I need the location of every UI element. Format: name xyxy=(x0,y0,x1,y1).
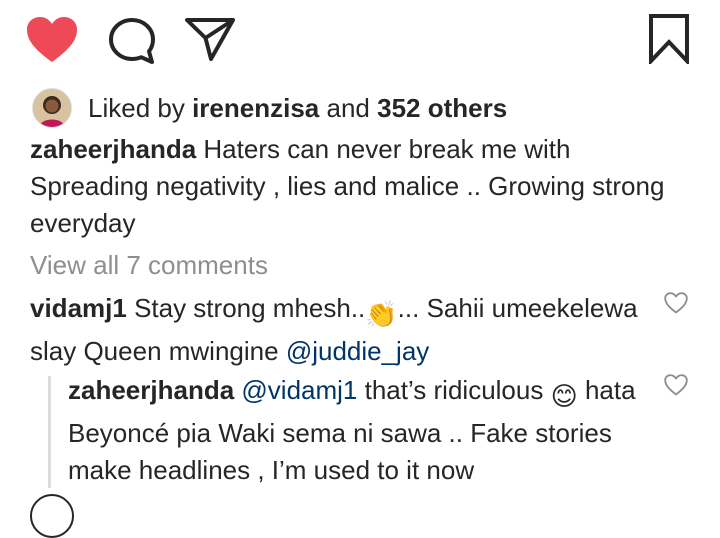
next-comment-avatar[interactable] xyxy=(30,494,74,538)
likes-prefix: Liked by xyxy=(88,92,185,123)
liker-avatar[interactable] xyxy=(32,88,72,128)
comment-text-start: Stay strong mhesh.. xyxy=(134,293,366,323)
post-caption: zaheerjhanda Haters can never break me w… xyxy=(30,131,670,242)
reply-username[interactable]: zaheerjhanda xyxy=(68,375,234,405)
avatar-image xyxy=(33,89,71,127)
likes-summary: Liked by irenenzisa and 352 others xyxy=(32,88,507,128)
smiling-face-emoji: 😊 xyxy=(550,381,578,411)
clapping-hands-emoji: 👏 xyxy=(365,299,398,329)
view-all-comments-link[interactable]: View all 7 comments xyxy=(30,250,268,281)
share-icon[interactable] xyxy=(184,16,236,62)
reply-thread-line xyxy=(48,376,51,488)
comment-reply: zaheerjhanda @vidamj1 that’s ridiculous … xyxy=(68,372,648,489)
bookmark-icon[interactable] xyxy=(648,14,690,64)
likes-text: Liked by irenenzisa and 352 others xyxy=(88,93,507,124)
comment-username[interactable]: vidamj1 xyxy=(30,293,127,323)
heart-filled-icon[interactable] xyxy=(26,16,78,64)
comment-like-heart-icon[interactable] xyxy=(664,292,688,314)
caption-username[interactable]: zaheerjhanda xyxy=(30,134,196,164)
comment: vidamj1 Stay strong mhesh..👏... Sahii um… xyxy=(30,290,640,370)
reply-mention[interactable]: @vidamj1 xyxy=(241,375,357,405)
comment-mention[interactable]: @juddie_jay xyxy=(286,336,429,366)
likes-joiner: and xyxy=(326,92,370,123)
liker-username[interactable]: irenenzisa xyxy=(192,93,319,123)
reply-text-start: that’s ridiculous xyxy=(364,375,544,405)
reply-like-heart-icon[interactable] xyxy=(664,374,688,396)
comment-icon[interactable] xyxy=(108,17,158,65)
post-action-bar xyxy=(0,0,720,80)
likes-others-count[interactable]: 352 others xyxy=(377,93,507,123)
